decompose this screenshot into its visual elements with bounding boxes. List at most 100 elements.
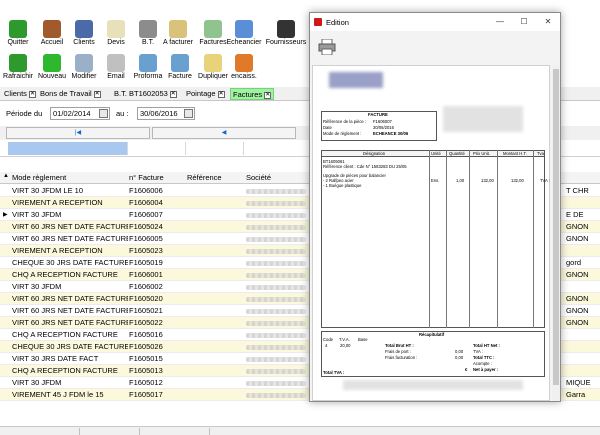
column-header-mode[interactable]: Mode règlement [12, 173, 66, 182]
doc-col-quantite: Quantité [449, 151, 465, 156]
doc-tva-value: TVA : [540, 178, 550, 183]
cell-mode: CHQ A RECEPTION FACTURE [12, 270, 118, 279]
close-tab-icon[interactable]: ✕ [169, 90, 177, 98]
tab-clients[interactable]: Clients ✕ [2, 88, 38, 100]
cell-mode: VIREMENT A RECEPTION [12, 198, 103, 207]
new-button[interactable]: Nouveau [34, 52, 70, 86]
tab-pointage[interactable]: Pointage ✕ [184, 88, 227, 100]
doc-line-item2: - 1 Buégue plastique [323, 183, 362, 188]
date-from-field[interactable]: 01/02/2014 [50, 107, 110, 120]
printer-icon[interactable] [318, 39, 336, 55]
cell-mode: VIRT 30 JFDM [12, 378, 62, 387]
doc-recap-block [321, 331, 545, 377]
cell-mode: VIRT 30 JRS DATE FACT [12, 354, 99, 363]
company-logo [329, 72, 383, 88]
close-tab-icon[interactable]: ✕ [264, 91, 272, 99]
doc-net-payer-label: Net à payer : [473, 367, 499, 372]
fournisseurs-button-label: Fournisseurs [265, 39, 307, 46]
minimize-button[interactable]: — [492, 16, 508, 28]
edition-scrollbar[interactable] [552, 65, 560, 401]
cell-societe-redacted [246, 309, 306, 314]
tab-bt[interactable]: B.T. BT1602053 ✕ [112, 88, 179, 100]
filter-cell-societe[interactable] [244, 142, 310, 155]
cell-societe-redacted [246, 273, 306, 278]
doc-prix-value: 132,00 [481, 178, 494, 183]
close-tab-icon[interactable]: ✕ [28, 90, 36, 98]
devis-button[interactable]: Devis [98, 18, 134, 52]
encaiss-button[interactable]: encaiss. [226, 52, 262, 86]
email-icon [107, 54, 125, 72]
cell-num: F1606005 [129, 234, 163, 243]
modify-button[interactable]: Modifier [66, 52, 102, 86]
current-row-indicator-icon: ▶ [3, 212, 8, 218]
cell-overflow: MIQUE [566, 378, 591, 387]
invoice-icon [204, 20, 222, 38]
cell-societe-redacted [246, 237, 306, 242]
cell-societe-redacted [246, 357, 306, 362]
filter-cell-num[interactable] [128, 142, 186, 155]
maximize-button[interactable]: ☐ [516, 16, 532, 28]
printer-icon [139, 54, 157, 72]
proforma-button[interactable]: Proforma [130, 52, 166, 86]
echeancier-button[interactable]: Echeancier [226, 18, 262, 52]
supplier-icon [277, 20, 295, 38]
cell-societe-redacted [246, 201, 306, 206]
a-facturer-button[interactable]: A facturer [160, 18, 196, 52]
refresh-icon [9, 54, 27, 72]
cell-num: F1605016 [129, 330, 163, 339]
cell-societe-redacted [246, 249, 306, 254]
cell-societe-redacted [246, 333, 306, 338]
magnifier-icon [75, 54, 93, 72]
tab-label: B.T. BT1602053 [114, 89, 168, 98]
tab-label: Pointage [186, 89, 216, 98]
close-tab-icon[interactable]: ✕ [217, 90, 225, 98]
house-icon [43, 20, 61, 38]
column-header-ref[interactable]: Référence [187, 173, 222, 182]
close-tab-icon[interactable]: ✕ [93, 90, 101, 98]
doc-taux-value: 20,00 [340, 343, 351, 348]
tab-bons-de-travail[interactable]: Bons de Travail ✕ [38, 88, 103, 100]
cell-num: F1605026 [129, 342, 163, 351]
calendar-dropdown-icon[interactable] [99, 109, 108, 118]
refresh-button[interactable]: Rafraichir [0, 52, 36, 86]
calendar-dropdown-icon[interactable] [184, 109, 193, 118]
date-to-field[interactable]: 30/06/2016 [137, 107, 195, 120]
close-button[interactable]: ✕ [540, 16, 556, 28]
doc-montant-value: 132,00 [511, 178, 524, 183]
cell-num: F1606006 [129, 186, 163, 195]
cell-mode: VIRT 60 JRS NET DATE FACTURE [12, 318, 128, 327]
filter-cell-ref[interactable] [186, 142, 244, 155]
column-header-societe[interactable]: Société [246, 173, 271, 182]
first-record-button[interactable]: |◀ [6, 127, 150, 139]
pdf-document-icon [314, 18, 322, 26]
clients-button[interactable]: Clients [66, 18, 102, 52]
cell-num: F1605015 [129, 354, 163, 363]
facture-button[interactable]: Facture [162, 52, 198, 86]
document-pencil-icon [107, 20, 125, 38]
date-from-value: 01/02/2014 [53, 109, 91, 118]
doc-unite-value: Ens. [431, 178, 440, 183]
cell-overflow: GNON [566, 294, 589, 303]
accueil-button[interactable]: Accueil [34, 18, 70, 52]
doc-heading: FACTURE [368, 112, 388, 117]
email-button[interactable]: Email [98, 52, 134, 86]
main-application: Quitter Accueil Clients Devis B.T. A facturer… [0, 0, 600, 435]
tab-label: Clients [4, 89, 27, 98]
quit-button[interactable]: Quitter [0, 18, 36, 52]
cell-mode: VIRT 60 JRS NET DATE FACTURE [12, 306, 128, 315]
cell-overflow: GNON [566, 270, 589, 279]
doc-line-ref: Référence client : Cde N° 1583283 DU 25/… [323, 164, 407, 169]
cell-overflow: GNON [566, 222, 589, 231]
cell-societe-redacted [246, 393, 306, 398]
cell-num: F1606001 [129, 270, 163, 279]
tab-factures[interactable]: Factures ✕ [230, 88, 275, 100]
cell-mode: VIREMENT 45 J FDM le 15 [12, 390, 104, 399]
cell-overflow: Garra [566, 390, 586, 399]
previous-record-button[interactable]: ◀ [152, 127, 296, 139]
doc-mode-value: ECHEANCE 30/06 [373, 131, 409, 136]
filter-cell-mode[interactable] [8, 142, 128, 155]
fournisseurs-button[interactable]: Fournisseurs [266, 18, 306, 52]
cell-num: F1605013 [129, 366, 163, 375]
column-header-num[interactable]: n° Facture [129, 173, 164, 182]
schedule-arrow-icon [235, 20, 253, 38]
